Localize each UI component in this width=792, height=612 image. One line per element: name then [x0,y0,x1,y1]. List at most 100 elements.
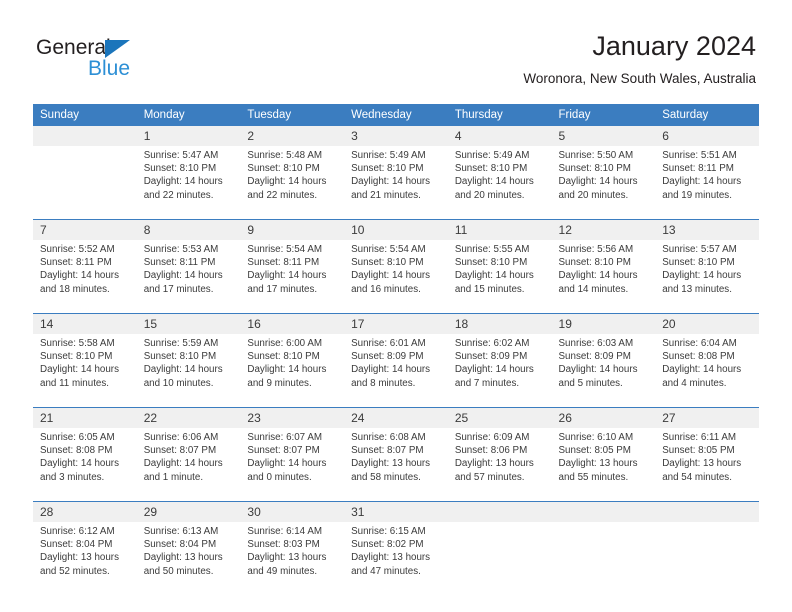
day-daylight-2-text: and 14 minutes. [558,283,629,295]
day-daylight-1-text: Daylight: 13 hours [40,552,119,564]
day-number-cell[interactable]: 13 [655,220,759,240]
day-number-cell[interactable]: 16 [240,314,345,334]
day-number-cell[interactable]: 29 [136,502,241,522]
day-number-cell[interactable]: 10 [344,220,448,240]
general-blue-logo: General Blue [36,36,176,84]
day-detail-cell[interactable]: Sunrise: 5:49 AM Sunset: 8:10 PM Daylight:… [344,146,448,219]
day-daylight-1-text: Daylight: 14 hours [143,270,223,282]
day-detail-cell[interactable]: Sunrise: 6:02 AM Sunset: 8:09 PM Daylight:… [447,334,552,407]
day-daylight-1-text: Daylight: 14 hours [143,458,223,470]
day-sunset-text: Sunset: 8:11 PM [662,163,734,175]
day-detail-cell[interactable]: Sunrise: 5:57 AM Sunset: 8:10 PM Daylight:… [655,240,759,313]
day-detail-cell[interactable]: Sunrise: 5:55 AM Sunset: 8:10 PM Daylight:… [447,240,552,313]
day-daylight-1-text: Daylight: 14 hours [351,270,431,282]
day-number-cell[interactable]: 2 [240,126,345,146]
empty-day-cell [33,126,137,146]
day-detail-cell[interactable]: Sunrise: 5:54 AM Sunset: 8:11 PM Daylight:… [240,240,345,313]
calendar-body: 1 2 3 4 5 6 Sunrise: 5:47 AM Sunset: 8:10 PM Day… [33,126,759,593]
day-daylight-2-text: and 55 minutes. [558,471,629,483]
day-daylight-2-text: and 22 minutes. [247,189,318,201]
empty-detail-cell [33,146,137,219]
day-number-cell[interactable]: 17 [344,314,448,334]
day-detail-cell[interactable]: Sunrise: 5:58 AM Sunset: 8:10 PM Daylight:… [33,334,137,407]
day-number-cell[interactable]: 26 [551,408,656,428]
day-number-cell[interactable]: 30 [240,502,345,522]
day-number-cell[interactable]: 5 [551,126,656,146]
day-daylight-1-text: Daylight: 14 hours [247,176,327,188]
day-daylight-2-text: and 52 minutes. [40,565,110,577]
day-detail-cell[interactable]: Sunrise: 5:59 AM Sunset: 8:10 PM Daylight:… [136,334,241,407]
day-detail-cell[interactable]: Sunrise: 6:07 AM Sunset: 8:07 PM Daylight:… [240,428,345,501]
day-daylight-2-text: and 11 minutes. [40,377,109,389]
day-detail-cell[interactable]: Sunrise: 5:54 AM Sunset: 8:10 PM Daylight:… [344,240,448,313]
day-detail-cell[interactable]: Sunrise: 6:14 AM Sunset: 8:03 PM Daylight:… [240,522,345,593]
day-detail-cell[interactable]: Sunrise: 6:05 AM Sunset: 8:08 PM Daylight:… [33,428,137,501]
day-detail-cell[interactable]: Sunrise: 5:49 AM Sunset: 8:10 PM Daylight:… [447,146,552,219]
page-title: January 2024 [592,31,756,61]
day-detail-cell[interactable]: Sunrise: 5:56 AM Sunset: 8:10 PM Daylight:… [551,240,656,313]
day-detail-cell[interactable]: Sunrise: 6:00 AM Sunset: 8:10 PM Daylight:… [240,334,345,407]
day-sunset-text: Sunset: 8:10 PM [351,257,424,269]
day-sunset-text: Sunset: 8:09 PM [454,351,528,363]
day-detail-cell[interactable]: Sunrise: 6:15 AM Sunset: 8:02 PM Daylight:… [344,522,448,593]
day-number-cell[interactable]: 31 [344,502,448,522]
day-daylight-1-text: Daylight: 14 hours [247,458,327,470]
day-daylight-1-text: Daylight: 14 hours [454,270,534,282]
day-sunrise-text: Sunrise: 5:53 AM [143,244,219,255]
week-daynumber-row: 123456 [33,126,759,146]
day-detail-cell[interactable]: Sunrise: 6:10 AM Sunset: 8:05 PM Daylight:… [551,428,656,501]
day-daylight-2-text: and 17 minutes. [247,283,318,295]
day-number-cell[interactable]: 25 [447,408,552,428]
day-number-cell[interactable]: 4 [447,126,552,146]
day-sunrise-text: Sunrise: 6:00 AM [247,338,323,349]
day-number-cell[interactable]: 1 [136,126,241,146]
day-sunset-text: Sunset: 8:11 PM [247,257,320,269]
day-number-cell[interactable]: 15 [136,314,241,334]
day-sunrise-text: Sunrise: 6:06 AM [143,432,219,443]
day-number-cell[interactable]: 9 [240,220,345,240]
day-detail-cell[interactable]: Sunrise: 5:50 AM Sunset: 8:10 PM Daylight:… [551,146,656,219]
calendar-page: General Blue January 2024 Woronora, New … [0,0,792,612]
day-sunrise-text: Sunrise: 5:56 AM [558,244,634,255]
day-number-cell[interactable]: 3 [344,126,448,146]
day-sunset-text: Sunset: 8:08 PM [662,351,735,363]
day-number-cell[interactable]: 20 [655,314,759,334]
day-detail-cell[interactable]: Sunrise: 6:11 AM Sunset: 8:05 PM Daylight:… [655,428,759,501]
day-sunset-text: Sunset: 8:10 PM [247,351,320,363]
day-number-cell[interactable]: 12 [551,220,656,240]
day-number-cell[interactable]: 19 [551,314,656,334]
day-number-cell[interactable]: 6 [655,126,759,146]
day-number-cell[interactable]: 21 [33,408,137,428]
day-detail-cell[interactable]: Sunrise: 6:09 AM Sunset: 8:06 PM Daylight:… [447,428,552,501]
day-detail-cell[interactable]: Sunrise: 5:48 AM Sunset: 8:10 PM Daylight:… [240,146,345,219]
day-number-cell[interactable]: 7 [33,220,137,240]
day-number-cell[interactable]: 27 [655,408,759,428]
day-number-cell[interactable]: 14 [33,314,137,334]
day-number-cell[interactable]: 11 [447,220,552,240]
day-number-cell[interactable]: 23 [240,408,345,428]
day-sunrise-text: Sunrise: 5:47 AM [143,150,219,161]
day-sunset-text: Sunset: 8:09 PM [558,351,631,363]
day-detail-cell[interactable]: Sunrise: 6:12 AM Sunset: 8:04 PM Daylight:… [33,522,137,593]
day-daylight-1-text: Daylight: 13 hours [247,552,327,564]
day-detail-cell[interactable]: Sunrise: 6:03 AM Sunset: 8:09 PM Daylight:… [551,334,656,407]
day-detail-cell[interactable]: Sunrise: 6:01 AM Sunset: 8:09 PM Daylight:… [344,334,448,407]
day-daylight-2-text: and 49 minutes. [247,565,318,577]
day-detail-cell[interactable]: Sunrise: 6:04 AM Sunset: 8:08 PM Daylight:… [655,334,759,407]
day-number-cell[interactable]: 8 [136,220,241,240]
day-sunrise-text: Sunrise: 5:51 AM [662,150,737,161]
day-detail-cell[interactable]: Sunrise: 5:51 AM Sunset: 8:11 PM Daylight:… [655,146,759,219]
day-number-cell[interactable]: 22 [136,408,241,428]
day-detail-cell[interactable]: Sunrise: 6:06 AM Sunset: 8:07 PM Daylight:… [136,428,241,501]
day-sunset-text: Sunset: 8:10 PM [247,163,320,175]
day-number-cell[interactable]: 24 [344,408,448,428]
day-detail-cell[interactable]: Sunrise: 5:47 AM Sunset: 8:10 PM Daylight:… [136,146,241,219]
day-number-cell[interactable]: 28 [33,502,137,522]
day-sunrise-text: Sunrise: 5:55 AM [454,244,530,255]
day-detail-cell[interactable]: Sunrise: 6:13 AM Sunset: 8:04 PM Daylight:… [136,522,241,593]
day-detail-cell[interactable]: Sunrise: 5:53 AM Sunset: 8:11 PM Daylight:… [136,240,241,313]
day-detail-cell[interactable]: Sunrise: 5:52 AM Sunset: 8:11 PM Daylight:… [33,240,137,313]
day-detail-cell[interactable]: Sunrise: 6:08 AM Sunset: 8:07 PM Daylight:… [344,428,448,501]
day-number-cell[interactable]: 18 [447,314,552,334]
day-daylight-2-text: and 18 minutes. [40,283,110,295]
